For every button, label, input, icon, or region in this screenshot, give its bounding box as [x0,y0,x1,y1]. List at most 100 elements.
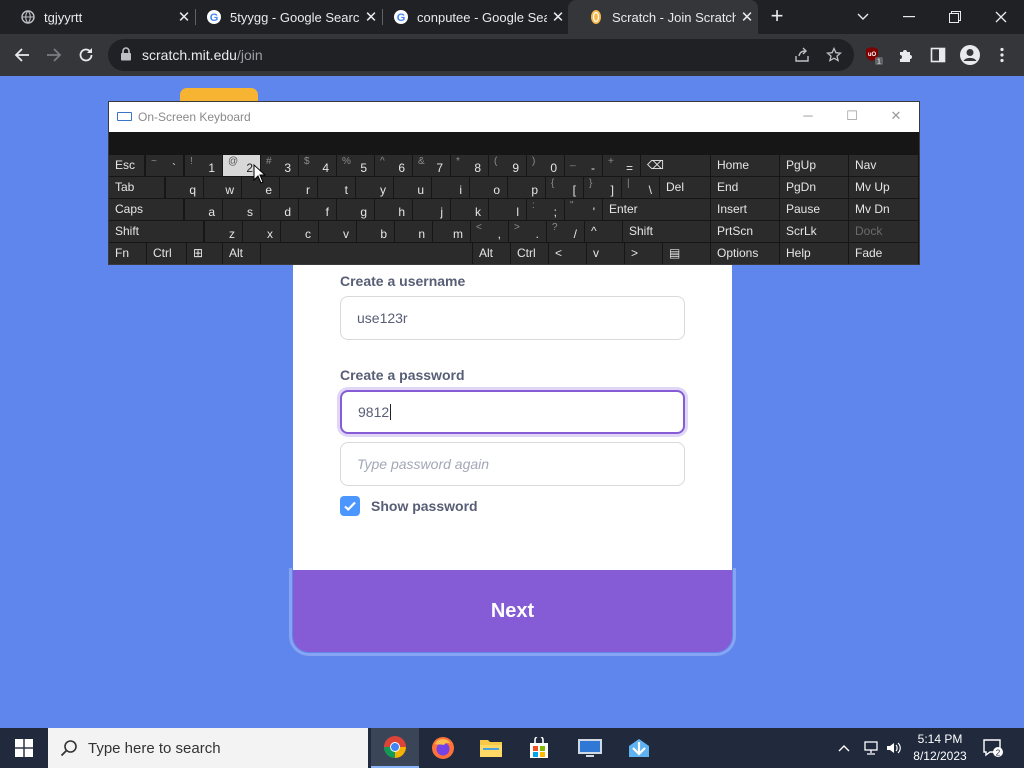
profile-avatar-icon[interactable] [958,43,982,67]
osk-key-win[interactable]: ⊞ [187,243,222,264]
osk-key-y[interactable]: y [356,177,393,198]
osk-key-mvup[interactable]: Mv Up [849,177,918,198]
ublock-extension-icon[interactable]: uO 1 [862,43,886,67]
osk-key-i[interactable]: i [432,177,469,198]
osk-key-del[interactable]: Del [660,177,710,198]
osk-key-4[interactable]: $4 [299,155,336,176]
osk-key-x[interactable]: x [243,221,280,242]
osk-key-backspace[interactable]: ⌫ [641,155,710,176]
osk-key-fn[interactable]: Fn [109,243,146,264]
forward-button[interactable] [42,43,66,67]
osk-key-r[interactable]: r [280,177,317,198]
osk-key-pause[interactable]: Pause [780,199,848,220]
microsoft-store-taskbar-icon[interactable] [515,728,563,768]
minimize-button[interactable] [886,0,932,34]
show-hidden-icons[interactable] [838,728,850,768]
next-button[interactable]: Next [293,570,732,652]
network-icon[interactable] [863,728,879,768]
osk-key-8[interactable]: * 8 [451,155,488,176]
osk-key-rctrl[interactable]: Ctrl [511,243,548,264]
osk-key-1[interactable]: ! 1 [185,155,222,176]
back-button[interactable] [10,43,34,67]
osk-key-comma[interactable]: <, [471,221,508,242]
password-input[interactable]: 9812 [340,390,685,434]
osk-key-p[interactable]: p [508,177,545,198]
osk-key-tab[interactable]: Tab [109,177,164,198]
osk-key-esc[interactable]: Esc [109,155,144,176]
osk-key-enter[interactable]: Enter [603,199,710,220]
osk-key-z[interactable]: z [205,221,242,242]
tab-5tyygg[interactable]: G 5tyygg - Google Search ✕ [186,0,382,34]
osk-key-n[interactable]: n [395,221,432,242]
osk-key-end[interactable]: End [711,177,779,198]
confirm-password-input[interactable]: Type password again [340,442,685,486]
osk-key-home[interactable]: Home [711,155,779,176]
osk-key-lshift[interactable]: Shift [109,221,203,242]
osk-key-prtscn[interactable]: PrtScn [711,221,779,242]
osk-key-b[interactable]: b [357,221,394,242]
osk-key-a[interactable]: a [185,199,222,220]
osk-key-lalt[interactable]: Alt [223,243,260,264]
osk-close-icon[interactable]: ✕ [887,108,905,126]
osk-key-g[interactable]: g [337,199,374,220]
osk-key-scrlk[interactable]: ScrLk [780,221,848,242]
osk-key-nav[interactable]: Nav [849,155,918,176]
osk-key-backslash[interactable]: | \ [622,177,659,198]
osk-key-pgdn[interactable]: PgDn [780,177,848,198]
bookmark-star-icon[interactable] [822,43,846,67]
osk-key-k[interactable]: k [451,199,488,220]
tab-conputee[interactable]: G conputee - Google Search ✕ [373,0,569,34]
show-password-label[interactable]: Show password [371,498,478,514]
osk-key-q[interactable]: q [166,177,203,198]
osk-key-l[interactable]: l [489,199,526,220]
firefox-taskbar-icon[interactable] [419,728,467,768]
osk-key-lbracket[interactable]: {[ [546,177,583,198]
osk-key-options[interactable]: Options [711,243,779,264]
osk-key-quote[interactable]: " ' [565,199,602,220]
new-tab-button[interactable]: + [766,5,788,27]
address-bar[interactable]: scratch.mit.edu/join [108,39,854,71]
osk-key-5[interactable]: % 5 [337,155,374,176]
osk-key-9[interactable]: (9 [489,155,526,176]
volume-icon[interactable] [886,728,902,768]
osk-key-left[interactable]: < [549,243,586,264]
lock-icon[interactable] [120,47,134,63]
osk-key-mvdn[interactable]: Mv Dn [849,199,918,220]
osk-minimize-icon[interactable]: ─ [799,108,817,126]
osk-key-t[interactable]: t [318,177,355,198]
start-button[interactable] [0,728,48,768]
osk-key-rshift[interactable]: Shift [623,221,710,242]
tab-search-icon[interactable] [840,0,886,34]
tab-scratch-join[interactable]: Scratch - Join Scratch ✕ [568,0,758,34]
taskbar-search-box[interactable]: Type here to search [48,728,368,768]
reload-button[interactable] [74,43,98,67]
username-input[interactable]: use123r [340,296,685,340]
tab-tgjyyrtt[interactable]: tgjyyrtt ✕ [0,0,195,34]
osk-key-up[interactable]: ^ [585,221,622,242]
osk-key-6[interactable]: ^ 6 [375,155,412,176]
osk-key-s[interactable]: s [223,199,260,220]
osk-key-0[interactable]: ) 0 [527,155,564,176]
osk-key-caps[interactable]: Caps [109,199,183,220]
osk-key-semicolon[interactable]: :; [527,199,564,220]
restore-button[interactable] [932,0,978,34]
osk-key-c[interactable]: c [281,221,318,242]
osk-key-h[interactable]: h [375,199,412,220]
extensions-puzzle-icon[interactable] [894,43,918,67]
osk-key-ralt[interactable]: Alt [473,243,510,264]
chrome-menu-icon[interactable] [990,43,1014,67]
osk-key-fade[interactable]: Fade [849,243,918,264]
remote-desktop-taskbar-icon[interactable] [566,728,614,768]
side-panel-icon[interactable] [926,43,950,67]
osk-title-bar[interactable]: On-Screen Keyboard ─ ☐ ✕ [109,102,919,132]
osk-key-period[interactable]: >. [509,221,546,242]
notifications-icon[interactable]: 2 [982,728,1004,768]
osk-maximize-icon[interactable]: ☐ [843,108,861,126]
close-tab-icon[interactable]: ✕ [547,8,569,26]
osk-key-pgup[interactable]: PgUp [780,155,848,176]
close-window-button[interactable] [978,0,1024,34]
app-installer-taskbar-icon[interactable] [615,728,663,768]
osk-key-lctrl[interactable]: Ctrl [147,243,186,264]
osk-key-right[interactable]: > [625,243,662,264]
osk-key-w[interactable]: w [204,177,241,198]
